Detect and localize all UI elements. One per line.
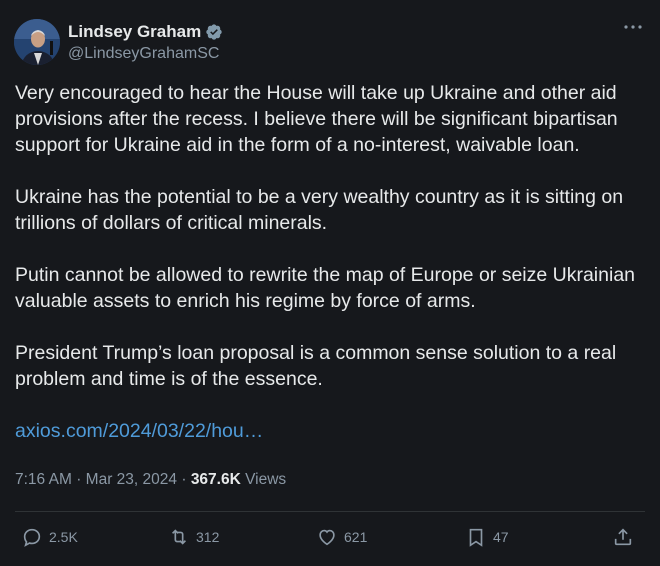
avatar[interactable] bbox=[14, 19, 60, 65]
tweet-date[interactable]: Mar 23, 2024 bbox=[86, 471, 177, 488]
heart-icon bbox=[319, 529, 335, 546]
tweet-link[interactable]: axios.com/2024/03/22/hou… bbox=[15, 418, 645, 444]
tweet-text: Very encouraged to hear the House will t… bbox=[15, 80, 645, 444]
repost-icon bbox=[171, 529, 187, 545]
tweet-time[interactable]: 7:16 AM bbox=[15, 471, 72, 488]
meta-separator: · bbox=[76, 471, 82, 488]
reply-icon bbox=[23, 528, 41, 547]
share-button[interactable] bbox=[612, 526, 634, 548]
action-bar: 2.5K 312 621 47 bbox=[15, 522, 645, 556]
tweet-paragraph: Very encouraged to hear the House will t… bbox=[15, 82, 618, 156]
like-button[interactable]: 621 bbox=[316, 526, 367, 548]
tweet-card: Lindsey Graham @LindseyGrahamSC Very enc… bbox=[0, 0, 660, 566]
verified-badge-icon bbox=[205, 23, 223, 41]
divider bbox=[15, 511, 645, 512]
repost-count: 312 bbox=[196, 529, 220, 545]
bookmark-button[interactable]: 47 bbox=[465, 526, 509, 548]
repost-button[interactable]: 312 bbox=[168, 526, 219, 548]
tweet-paragraph: Putin cannot be allowed to rewrite the m… bbox=[15, 264, 636, 312]
tweet-paragraph: Ukraine has the potential to be a very w… bbox=[15, 186, 624, 234]
author-names: Lindsey Graham @LindseyGrahamSC bbox=[68, 21, 223, 63]
share-icon bbox=[614, 528, 632, 546]
bookmark-icon bbox=[469, 528, 483, 547]
avatar-image bbox=[14, 19, 60, 65]
reply-count: 2.5K bbox=[49, 529, 78, 545]
tweet-meta: 7:16 AM · Mar 23, 2024 · 367.6K Views bbox=[15, 471, 286, 489]
tweet-header: Lindsey Graham @LindseyGrahamSC bbox=[14, 19, 646, 69]
tweet-paragraph: President Trump’s loan proposal is a com… bbox=[15, 342, 617, 390]
bookmark-count: 47 bbox=[493, 529, 509, 545]
views-label: Views bbox=[245, 471, 287, 488]
meta-separator: · bbox=[181, 471, 187, 488]
display-name[interactable]: Lindsey Graham bbox=[68, 22, 201, 42]
reply-button[interactable]: 2.5K bbox=[21, 526, 78, 548]
like-count: 621 bbox=[344, 529, 368, 545]
views-count: 367.6K bbox=[190, 471, 241, 488]
more-icon[interactable] bbox=[622, 22, 644, 40]
handle[interactable]: @LindseyGrahamSC bbox=[68, 45, 223, 63]
